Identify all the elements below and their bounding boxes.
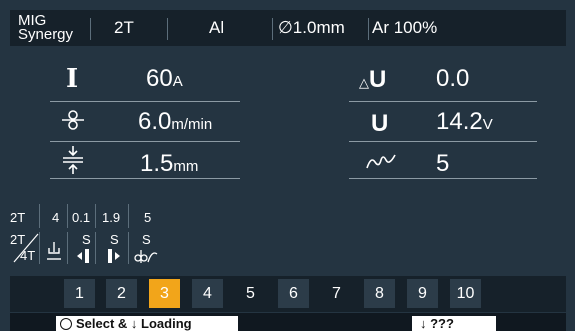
voltage-value[interactable]: 14.2V	[436, 108, 493, 136]
voltage-icon: U	[371, 110, 389, 137]
trigger-toggle[interactable]: 2T 4T	[10, 232, 40, 264]
voltage-trim-icon: △U	[359, 66, 387, 93]
sequence-divider	[128, 204, 129, 228]
program-tab-1[interactable]: 1	[64, 279, 95, 308]
s-label-3: S	[142, 232, 151, 247]
wire-speed-unit: m/min	[171, 116, 213, 133]
post-gas-icon	[134, 248, 158, 264]
program-tab-5[interactable]: 5	[235, 279, 266, 308]
thickness-value[interactable]: 1.5mm	[140, 150, 198, 178]
trigger-toggle-4t: 4T	[20, 248, 36, 263]
current-unit: A	[172, 73, 183, 90]
program-tab-8[interactable]: 8	[364, 279, 395, 308]
knob-icon	[60, 317, 72, 330]
header-divider	[272, 18, 273, 40]
program-tabs: 1 2 3 4 5 6 7 8 9 10	[10, 276, 566, 312]
underline	[50, 178, 240, 179]
torch-icon	[46, 242, 62, 264]
sequence-value-3[interactable]: 1.9	[102, 210, 120, 225]
inductance-value[interactable]: 5	[436, 150, 449, 178]
program-tab-7[interactable]: 7	[321, 279, 352, 308]
shielding-gas[interactable]: Ar 100%	[372, 10, 437, 46]
s-label-1: S	[82, 232, 91, 247]
program-tab-2[interactable]: 2	[106, 279, 137, 308]
current-icon: I	[66, 64, 79, 94]
inductance-icon	[366, 152, 396, 170]
wire-speed-number: 6.0	[138, 108, 172, 135]
wire-speed-value[interactable]: 6.0m/min	[138, 108, 212, 136]
header-divider	[368, 18, 369, 40]
material-thickness-icon	[62, 146, 84, 174]
current-number: 60	[146, 65, 173, 92]
trigger-mode[interactable]: 2T	[114, 10, 134, 46]
up-slope-icon	[106, 248, 122, 264]
sequence-divider	[128, 232, 129, 264]
thickness-unit: mm	[173, 158, 199, 175]
sequence-mode: 2T	[10, 210, 26, 225]
sequence-panel: 2T 4 0.1 1.9 5 2T 4T S S S	[10, 196, 566, 276]
parameter-panel: I 60A 6.0m/min 1.5mm △U 0.0 U 14.2V 5	[10, 46, 566, 196]
sequence-divider	[39, 232, 40, 264]
sequence-divider	[39, 204, 40, 228]
underline	[50, 101, 240, 102]
sequence-divider	[95, 232, 96, 264]
underline	[349, 141, 537, 142]
sequence-value-4[interactable]: 5	[144, 210, 151, 225]
header-bar: MIG Synergy 2T Al ∅1.0mm Ar 100%	[10, 10, 566, 46]
underline	[349, 178, 537, 179]
save-label: ↓ ???	[420, 316, 454, 331]
select-loading-button[interactable]: Select & ↓ Loading	[56, 316, 238, 331]
underline	[349, 101, 537, 102]
sequence-value-2[interactable]: 0.1	[72, 210, 90, 225]
voltage-number: 14.2	[436, 108, 483, 135]
sequence-divider	[95, 204, 96, 228]
wire-diameter[interactable]: ∅1.0mm	[278, 10, 345, 46]
save-button[interactable]: ↓ ???	[412, 316, 496, 331]
program-tab-9[interactable]: 9	[407, 279, 438, 308]
program-tab-3[interactable]: 3	[149, 279, 180, 308]
footer-bar: Select & ↓ Loading ↓ ???	[10, 313, 566, 331]
sequence-value-1[interactable]: 4	[52, 210, 59, 225]
underline	[50, 141, 240, 142]
wire-feed-speed-icon	[62, 109, 84, 131]
voltage-trim-value[interactable]: 0.0	[436, 65, 469, 93]
process-mode-line2: Synergy	[18, 26, 74, 43]
header-divider	[167, 18, 168, 40]
sequence-divider	[67, 232, 68, 264]
sequence-divider	[67, 204, 68, 228]
down-slope-icon	[76, 248, 92, 264]
select-loading-label: Select & ↓ Loading	[76, 316, 192, 331]
welder-screen: MIG Synergy 2T Al ∅1.0mm Ar 100% I 60A 6…	[0, 0, 575, 331]
header-divider	[90, 18, 91, 40]
voltage-unit: V	[482, 116, 493, 133]
s-label-2: S	[110, 232, 119, 247]
program-tab-4[interactable]: 4	[192, 279, 223, 308]
program-tab-6[interactable]: 6	[278, 279, 309, 308]
program-tab-10[interactable]: 10	[450, 279, 481, 308]
process-mode[interactable]: MIG Synergy	[18, 10, 73, 46]
thickness-number: 1.5	[140, 150, 174, 177]
current-value[interactable]: 60A	[146, 65, 183, 93]
material[interactable]: Al	[209, 10, 224, 46]
voltage-trim-symbol: U	[369, 66, 387, 93]
